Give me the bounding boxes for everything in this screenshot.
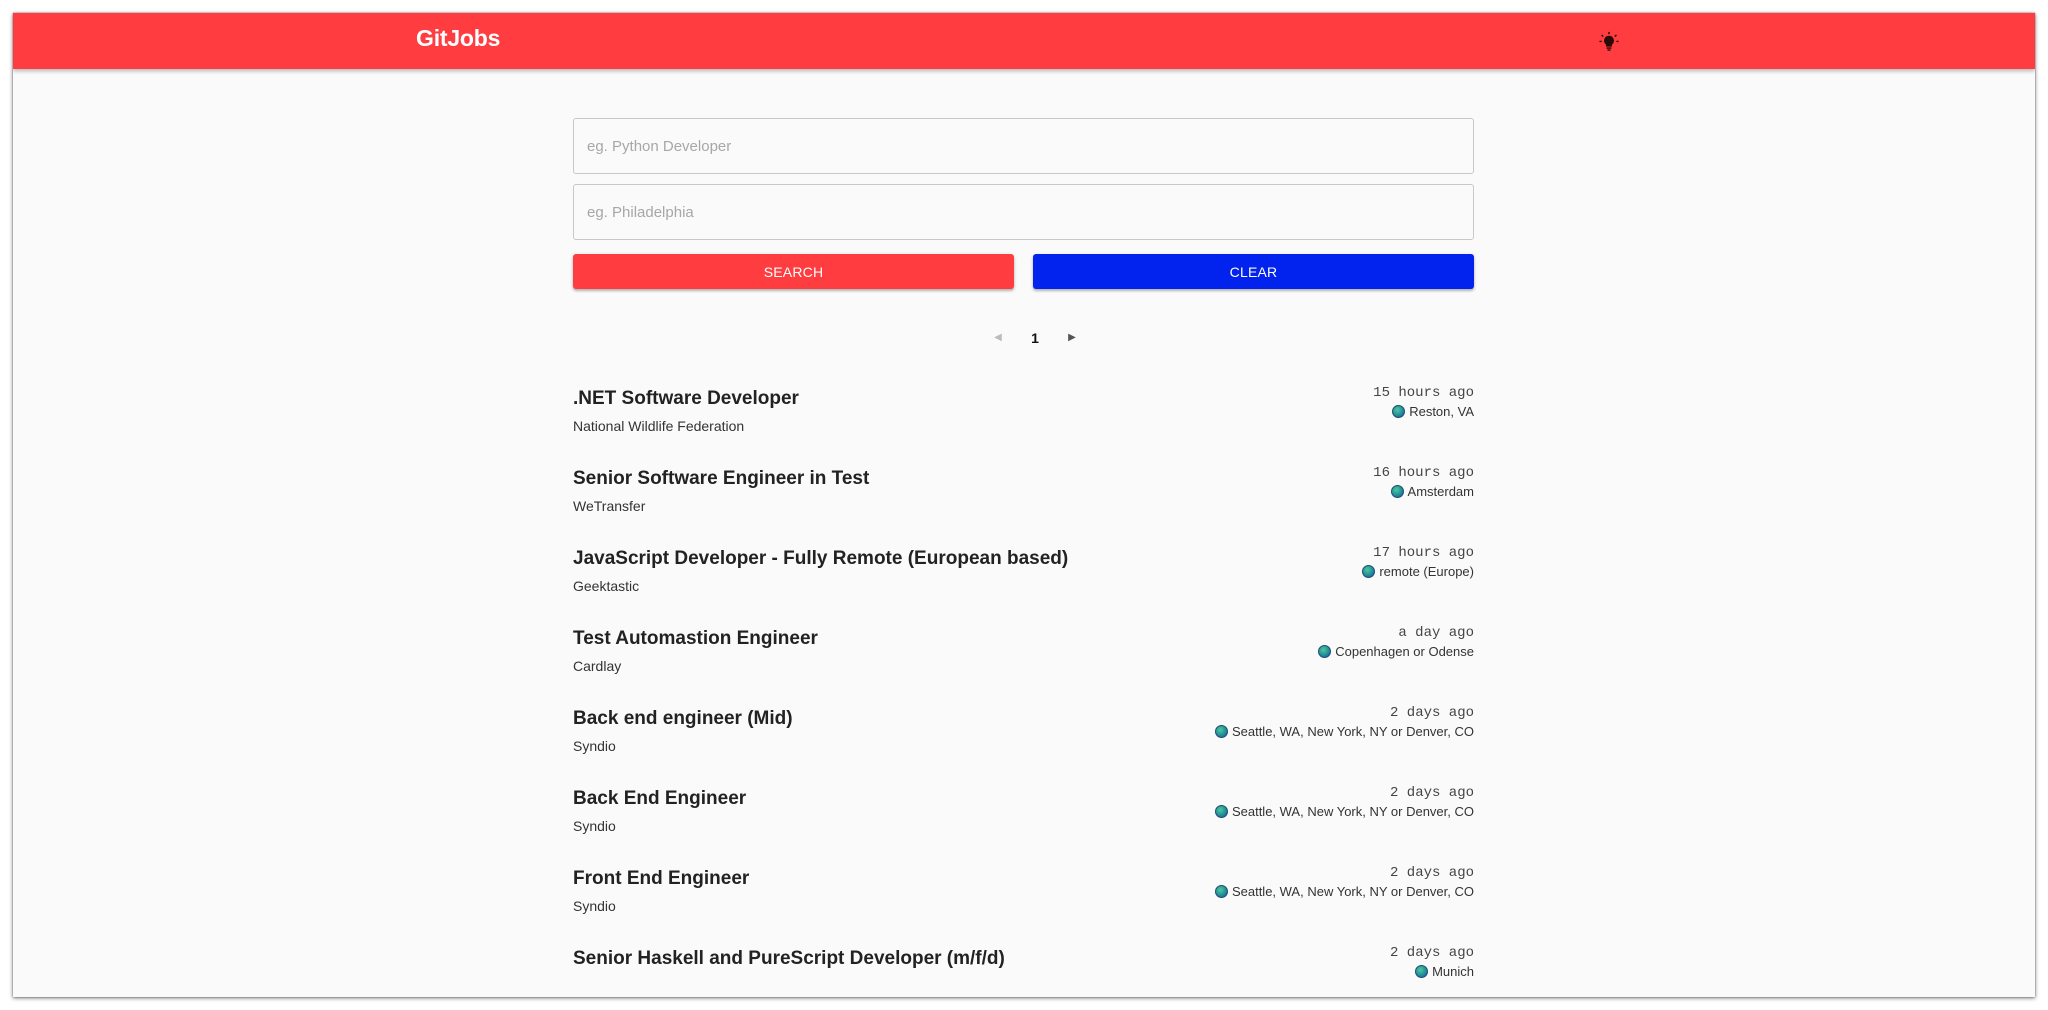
job-location-text: Seattle, WA, New York, NY or Denver, CO [1231, 804, 1474, 819]
job-posted-time: a day ago [1398, 625, 1474, 641]
globe-icon [1362, 565, 1376, 578]
clear-button[interactable]: CLEAR [1033, 254, 1474, 289]
job-title[interactable]: Test Automastion Engineer [573, 628, 818, 650]
job-location: Reston, VA [1392, 404, 1474, 419]
search-actions: SEARCH CLEAR [573, 254, 1474, 290]
job-location: Seattle, WA, New York, NY or Denver, CO [1214, 724, 1474, 739]
job-company: Geektastic [573, 578, 640, 594]
job-posted-time: 2 days ago [1389, 705, 1474, 721]
job-title[interactable]: Senior Haskell and PureScript Developer … [573, 948, 1005, 970]
job-location-text: Copenhagen or Odense [1335, 644, 1474, 659]
location-input[interactable] [574, 185, 1473, 239]
job-company: Syndio [573, 898, 616, 914]
job-location: Copenhagen or Odense [1318, 644, 1474, 659]
job-list-item[interactable]: Senior Haskell and PureScript Developer … [573, 945, 1474, 997]
job-posted-time: 2 days ago [1389, 785, 1474, 801]
job-posted-time: 15 hours ago [1373, 385, 1474, 401]
brand-title[interactable]: GitJobs [416, 13, 500, 69]
job-location-text: Amsterdam [1407, 484, 1474, 499]
theme-toggle-button[interactable] [1595, 28, 1623, 56]
job-location-text: remote (Europe) [1379, 564, 1474, 579]
job-location: remote (Europe) [1362, 564, 1474, 579]
job-location-text: Reston, VA [1409, 404, 1474, 419]
job-company: Syndio [573, 818, 616, 834]
description-field[interactable] [573, 118, 1474, 174]
job-company: Cardlay [573, 658, 622, 674]
location-field[interactable] [573, 184, 1474, 240]
lightbulb-icon [1599, 31, 1619, 51]
search-button[interactable]: SEARCH [573, 254, 1014, 289]
job-posted-time: 17 hours ago [1373, 545, 1474, 561]
globe-icon [1415, 965, 1429, 978]
job-list-item[interactable]: Test Automastion Engineer Cardlay a day … [573, 625, 1474, 708]
pagination: ◀ 1 ▶ [573, 326, 1474, 350]
main-content: SEARCH CLEAR ◀ 1 ▶ .NET Software Develop… [573, 118, 1474, 997]
job-list-item[interactable]: .NET Software Developer National Wildlif… [573, 385, 1474, 468]
page-number[interactable]: 1 [1025, 326, 1045, 350]
description-input[interactable] [574, 119, 1473, 173]
job-posted-time: 2 days ago [1389, 865, 1474, 881]
globe-icon [1214, 885, 1228, 898]
job-company: WeTransfer [573, 498, 646, 514]
job-title[interactable]: Back end engineer (Mid) [573, 708, 793, 730]
globe-icon [1390, 485, 1404, 498]
job-title[interactable]: Senior Software Engineer in Test [573, 468, 869, 490]
globe-icon [1392, 405, 1406, 418]
job-list-item[interactable]: Front End Engineer Syndio 2 days ago Sea… [573, 865, 1474, 948]
job-company: National Wildlife Federation [573, 418, 745, 434]
job-location: Amsterdam [1390, 484, 1474, 499]
job-location: Seattle, WA, New York, NY or Denver, CO [1214, 804, 1474, 819]
job-list-item[interactable]: Senior Software Engineer in Test WeTrans… [573, 465, 1474, 548]
job-list-item[interactable]: JavaScript Developer - Fully Remote (Eur… [573, 545, 1474, 628]
previous-page-icon[interactable]: ◀ [988, 326, 1008, 350]
job-title[interactable]: Front End Engineer [573, 868, 749, 890]
job-posted-time: 16 hours ago [1373, 465, 1474, 481]
job-location-text: Munich [1432, 964, 1474, 979]
job-title[interactable]: .NET Software Developer [573, 388, 799, 410]
job-list-item[interactable]: Back End Engineer Syndio 2 days ago Seat… [573, 785, 1474, 868]
job-location: Seattle, WA, New York, NY or Denver, CO [1214, 884, 1474, 899]
next-page-icon[interactable]: ▶ [1062, 326, 1082, 350]
app-window: GitJobs SEARCH [13, 13, 2035, 997]
job-location: Munich [1415, 964, 1474, 979]
app-bar: GitJobs [13, 13, 2035, 69]
job-title[interactable]: Back End Engineer [573, 788, 746, 810]
globe-icon [1318, 645, 1332, 658]
job-list: .NET Software Developer National Wildlif… [573, 385, 1474, 997]
job-list-item[interactable]: Back end engineer (Mid) Syndio 2 days ag… [573, 705, 1474, 788]
job-location-text: Seattle, WA, New York, NY or Denver, CO [1231, 884, 1474, 899]
globe-icon [1214, 725, 1228, 738]
job-title[interactable]: JavaScript Developer - Fully Remote (Eur… [573, 548, 1068, 570]
job-company: Syndio [573, 738, 616, 754]
globe-icon [1214, 805, 1228, 818]
job-posted-time: 2 days ago [1389, 945, 1474, 961]
job-location-text: Seattle, WA, New York, NY or Denver, CO [1231, 724, 1474, 739]
